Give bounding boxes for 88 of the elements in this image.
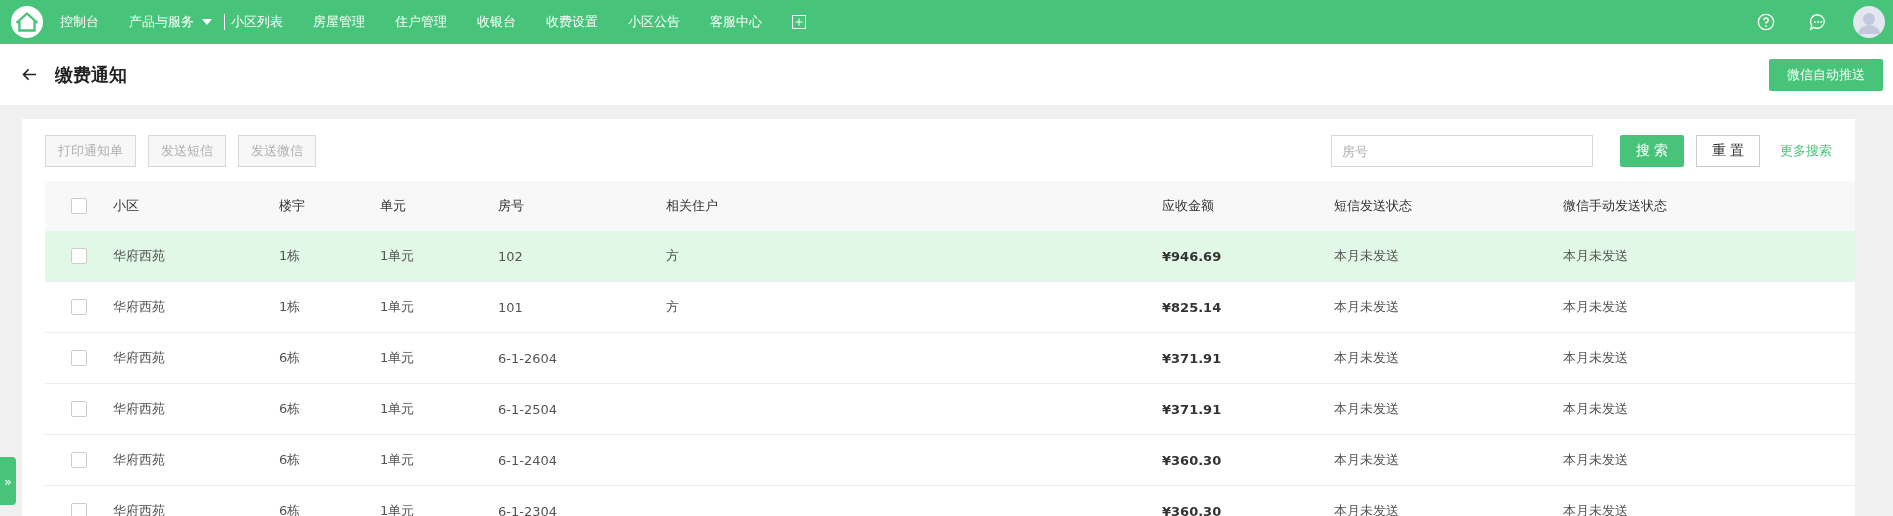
nav-link[interactable]: 小区列表 [231,13,283,31]
table-cell-text: 1单元 [380,502,416,516]
table-cell-text: ¥825.14 [1162,299,1223,315]
table-cell-text: 6-1-2504 [498,401,558,417]
page-title: 缴费通知 [55,62,127,87]
select-all-checkbox[interactable] [71,198,87,214]
nav-link[interactable]: 住户管理 [395,13,447,31]
table-cell-text: 华府西苑 [113,502,166,516]
table-row[interactable]: 华府西苑 6栋 1单元 6-1-2404 ¥360.30 本月未发送 本月未发送 [45,435,1855,486]
room-search-field[interactable]: 房号 [1331,135,1593,167]
table-cell-text: 本月未发送 [1334,502,1400,516]
table-cell-text: 本月未发送 [1563,349,1629,367]
table-cell-text: ¥371.91 [1162,401,1223,417]
more-search-link[interactable]: 更多搜索 [1780,142,1832,160]
nav-link[interactable]: 产品与服务 [129,13,212,31]
nav-link[interactable]: 收银台 [477,13,516,31]
table-cell-text: ¥360.30 [1162,452,1223,468]
table-row[interactable]: 华府西苑 6栋 1单元 6-1-2504 ¥371.91 本月未发送 本月未发送 [45,384,1855,435]
table-cell-text: 华府西苑 [113,349,166,367]
row-checkbox[interactable] [71,401,87,417]
auto-push-button[interactable]: 微信自动推送 [1769,58,1883,91]
table-cell-text: 本月未发送 [1563,502,1629,516]
table-cell-text: 1单元 [380,298,416,316]
column-header: 单元 [380,197,407,215]
table-cell-text: 华府西苑 [113,247,166,265]
table-cell-text: 6栋 [279,400,302,418]
row-checkbox[interactable] [71,503,87,516]
nav-link[interactable]: 控制台 [60,13,99,31]
table-row[interactable]: 华府西苑 1栋 1单元 101 方 ¥825.14 本月未发送 本月未发送 [45,282,1855,333]
table-cell-text: 1栋 [279,298,302,316]
table-row[interactable]: 华府西苑 6栋 1单元 6-1-2604 ¥371.91 本月未发送 本月未发送 [45,333,1855,384]
expand-side-tab[interactable]: » [0,457,16,505]
search-button[interactable]: 搜 索 [1620,135,1684,167]
table-cell-text: 1单元 [380,247,416,265]
back-arrow-icon[interactable] [22,68,37,81]
row-checkbox[interactable] [71,299,87,315]
table-cell-text: 102 [498,248,524,264]
row-checkbox[interactable] [71,452,87,468]
table-cell-text: 本月未发送 [1334,247,1400,265]
table-cell-text: 本月未发送 [1334,451,1400,469]
table-cell-text: 本月未发送 [1563,247,1629,265]
table-cell-text: 本月未发送 [1334,298,1400,316]
help-icon[interactable] [1757,13,1775,31]
table-row[interactable]: 华府西苑 6栋 1单元 6-1-2304 ¥360.30 本月未发送 本月未发送 [45,486,1855,516]
table-cell-text: 本月未发送 [1563,400,1629,418]
nav-link[interactable]: 房屋管理 [313,13,365,31]
table-cell-text: 方 [666,247,680,265]
table-cell-text: 1栋 [279,247,302,265]
reset-button[interactable]: 重 置 [1696,135,1760,167]
row-checkbox[interactable] [71,248,87,264]
column-header: 房号 [498,197,525,215]
table-cell-text: 本月未发送 [1334,349,1400,367]
plus-square-icon[interactable] [792,15,806,29]
table-cell-text: 6-1-2604 [498,350,558,366]
column-header: 应收金额 [1162,197,1215,215]
column-header: 楼宇 [279,197,306,215]
nav-link[interactable]: 收费设置 [546,13,598,31]
column-header: 相关住户 [666,197,719,215]
table-cell-text: 6栋 [279,349,302,367]
table-cell-text: 本月未发送 [1334,400,1400,418]
chat-bubble-icon[interactable] [1809,13,1827,31]
column-header: 微信手动发送状态 [1563,197,1668,215]
table-cell-text: 华府西苑 [113,400,166,418]
table-cell-text: 6栋 [279,451,302,469]
table-cell-text: 华府西苑 [113,298,166,316]
table-row[interactable]: 华府西苑 1栋 1单元 102 方 ¥946.69 本月未发送 本月未发送 [45,231,1855,282]
table-cell-text: ¥946.69 [1162,248,1223,264]
table-cell-text: 6栋 [279,502,302,516]
table-cell-text: 本月未发送 [1563,298,1629,316]
table-cell-text: 6-1-2404 [498,452,558,468]
table-cell-text: 方 [666,298,680,316]
table-cell-text: 华府西苑 [113,451,166,469]
nav-link[interactable]: 客服中心 [710,13,762,31]
caret-icon [202,19,212,25]
table-cell-text: 1单元 [380,349,416,367]
nav-link[interactable]: 小区公告 [628,13,680,31]
house-logo-icon[interactable] [10,5,44,39]
column-header: 短信发送状态 [1334,197,1413,215]
table-cell-text: ¥360.30 [1162,503,1223,516]
table-cell-text: 本月未发送 [1563,451,1629,469]
table-cell-text: ¥371.91 [1162,350,1223,366]
table-cell-text: 6-1-2304 [498,503,558,516]
table-cell-text: 1单元 [380,400,416,418]
row-checkbox[interactable] [71,350,87,366]
table-cell-text: 101 [498,299,524,315]
avatar-icon[interactable] [1853,6,1885,38]
column-header: 小区 [113,197,140,215]
table-cell-text: 1单元 [380,451,416,469]
